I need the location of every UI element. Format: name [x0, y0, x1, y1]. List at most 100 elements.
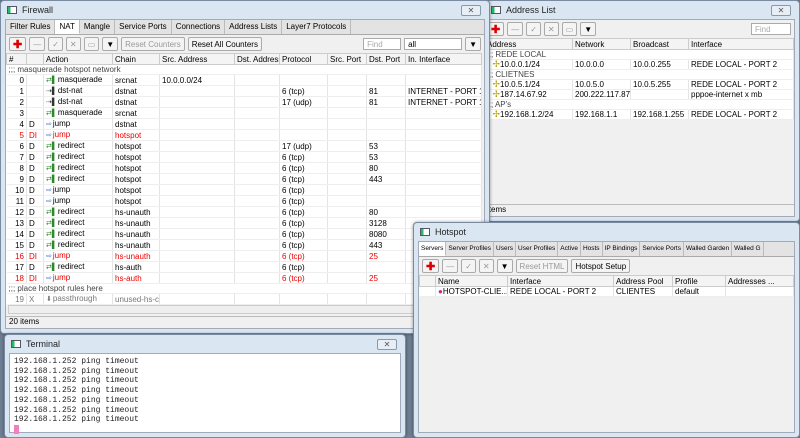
col-action[interactable]: Action: [43, 53, 113, 65]
table-row[interactable]: 12 D ⇄▌redirect hs-unauth 6 (tcp) 80: [6, 206, 482, 218]
cell-iface: REDE LOCAL - PORT 2: [507, 286, 614, 297]
table-row[interactable]: 8 D ⇄▌redirect hotspot 6 (tcp) 80: [6, 162, 482, 174]
col-address-pool[interactable]: Address Pool: [613, 275, 673, 287]
cell-chain: hs-unauth: [112, 228, 160, 240]
col-chain[interactable]: Chain: [112, 53, 160, 65]
col-in-interface[interactable]: In. Interface: [405, 53, 482, 65]
tab-walled-g[interactable]: Walled G: [732, 242, 764, 256]
tab-nat[interactable]: NAT: [55, 20, 80, 34]
tab-hosts[interactable]: Hosts: [581, 242, 603, 256]
table-row[interactable]: ✢10.0.5.1/24 10.0.5.0 10.0.5.255 REDE LOCAL…: [484, 79, 794, 90]
tab-user-profiles[interactable]: User Profiles: [516, 242, 559, 256]
col-broadcast[interactable]: Broadcast: [630, 38, 689, 50]
tab-connections[interactable]: Connections: [172, 20, 226, 34]
tab-mangle[interactable]: Mangle: [80, 20, 116, 34]
comment-button[interactable]: ▭: [83, 37, 100, 51]
find-input[interactable]: Find: [363, 38, 402, 50]
horizontal-scrollbar[interactable]: [8, 305, 482, 314]
add-button[interactable]: ✚: [422, 259, 440, 273]
col-src-port[interactable]: Src. Port: [327, 53, 367, 65]
table-row[interactable]: 15 D ⇄▌redirect hs-unauth 6 (tcp) 443: [6, 239, 482, 251]
cell-proto: 17 (udp): [279, 96, 328, 108]
table-row[interactable]: 18 DI ⇨jump hs-auth 6 (tcp) 25: [6, 272, 482, 284]
tab-walled-garden[interactable]: Walled Garden: [684, 242, 733, 256]
cell-value: INTERNET - PORT 1: [408, 97, 482, 107]
col-interface[interactable]: Interface: [507, 275, 614, 287]
chain-filter-select[interactable]: all: [404, 38, 463, 50]
filter-button[interactable]: ▼: [580, 22, 597, 36]
terminal-output[interactable]: 192.168.1.252 ping timeout 192.168.1.252 …: [9, 353, 401, 434]
table-row[interactable]: ✢10.0.0.1/24 10.0.0.0 10.0.0.255 REDE LOCAL…: [484, 59, 794, 70]
tab-users[interactable]: Users: [494, 242, 517, 256]
table-row[interactable]: 14 D ⇄▌redirect hs-unauth 6 (tcp) 8080: [6, 228, 482, 240]
table-row[interactable]: 1 ⇢▌dst-nat dstnat 6 (tcp) 81 INTERNET - PORT…: [6, 85, 482, 97]
remove-button[interactable]: —: [29, 37, 46, 51]
table-row[interactable]: 17 D ⇄▌redirect hs-auth 6 (tcp): [6, 261, 482, 273]
cell-dst: [234, 118, 280, 130]
tab-servers[interactable]: Servers: [419, 242, 447, 256]
col-name[interactable]: Name: [435, 275, 508, 287]
table-row[interactable]: 3 ⇄▌masquerade srcnat: [6, 107, 482, 119]
filter-button[interactable]: ▼: [496, 259, 513, 273]
disable-button[interactable]: ✕: [65, 37, 81, 51]
find-input[interactable]: Find: [751, 23, 791, 35]
table-row[interactable]: 11 D ⇨jump hotspot 6 (tcp): [6, 195, 482, 207]
disable-button[interactable]: ✕: [543, 22, 559, 36]
enable-button[interactable]: ✓: [461, 259, 476, 273]
remove-button[interactable]: —: [507, 22, 524, 36]
close-button[interactable]: ✕: [461, 5, 481, 16]
cell-network: 10.0.5.0: [572, 79, 631, 90]
tab-ip-bindings[interactable]: IP Bindings: [603, 242, 641, 256]
close-button[interactable]: ✕: [771, 5, 791, 16]
cell-sport: [327, 162, 367, 174]
col-interface[interactable]: Interface: [688, 38, 794, 50]
cell-n: 17: [6, 261, 27, 273]
tab-server-profiles[interactable]: Server Profiles: [446, 242, 495, 256]
table-row[interactable]: 10 D ⇨jump hotspot 6 (tcp): [6, 184, 482, 196]
col-dst-address[interactable]: Dst. Address: [234, 53, 280, 65]
col--[interactable]: #: [6, 53, 27, 65]
reset-html-button[interactable]: Reset HTML: [515, 259, 569, 273]
dropdown-button[interactable]: ▼: [465, 37, 481, 51]
col-dst-port[interactable]: Dst. Port: [366, 53, 406, 65]
table-row[interactable]: 13 D ⇄▌redirect hs-unauth 6 (tcp) 3128: [6, 217, 482, 229]
table-row[interactable]: 2 ⇢▌dst-nat dstnat 17 (udp) 81 INTERNET - POR…: [6, 96, 482, 108]
cell-f: D: [26, 217, 44, 229]
table-row[interactable]: 16 DI ⇨jump hs-unauth 6 (tcp) 25: [6, 250, 482, 262]
filter-button[interactable]: ▼: [102, 37, 119, 51]
col-protocol[interactable]: Protocol: [279, 53, 328, 65]
close-button[interactable]: ✕: [377, 339, 397, 350]
disable-button[interactable]: ✕: [478, 259, 494, 273]
tab-address-lists[interactable]: Address Lists: [225, 20, 283, 34]
tab-active[interactable]: Active: [558, 242, 581, 256]
table-row[interactable]: 0 ⇄▌masquerade srcnat 10.0.0.0/24: [6, 74, 482, 86]
table-row[interactable]: ✢187.14.67.92 200.222.117.87 pppoe-interne…: [484, 89, 794, 100]
table-row[interactable]: 6 D ⇄▌redirect hotspot 17 (udp) 53: [6, 140, 482, 152]
cell-value: D: [29, 141, 35, 151]
table-row[interactable]: 4 D ⇨jump dstnat: [6, 118, 482, 130]
enable-button[interactable]: ✓: [48, 37, 63, 51]
table-row[interactable]: 9 D ⇄▌redirect hotspot 6 (tcp) 443: [6, 173, 482, 185]
col-profile[interactable]: Profile: [672, 275, 726, 287]
tab-layer7-protocols[interactable]: Layer7 Protocols: [282, 20, 352, 34]
reset-all-counters-button[interactable]: Reset All Counters: [187, 37, 262, 51]
hotspot-setup-button[interactable]: Hotspot Setup: [571, 259, 631, 273]
table-row[interactable]: ✢192.168.1.2/24 192.168.1.1 192.168.1.255 R…: [484, 109, 794, 120]
reset-counters-button[interactable]: Reset Counters: [121, 37, 185, 51]
table-row[interactable]: 7 D ⇄▌redirect hotspot 6 (tcp) 53: [6, 151, 482, 163]
table-row[interactable]: ●HOTSPOT-CLIE... REDE LOCAL - PORT 2 CLIEN…: [419, 286, 794, 297]
col-flags[interactable]: [26, 53, 44, 65]
tab-service-ports[interactable]: Service Ports: [115, 20, 172, 34]
table-row[interactable]: 19X⬇passthroughunused-hs-c...: [6, 293, 482, 305]
table-row[interactable]: 5 DI ⇨jump hotspot: [6, 129, 482, 141]
col-network[interactable]: Network: [572, 38, 631, 50]
col-src-address[interactable]: Src. Address: [159, 53, 235, 65]
col-addresses[interactable]: Addresses ...: [725, 275, 794, 287]
remove-button[interactable]: —: [442, 259, 459, 273]
tab-filter-rules[interactable]: Filter Rules: [6, 20, 56, 34]
add-button[interactable]: ✚: [9, 37, 27, 51]
enable-button[interactable]: ✓: [526, 22, 541, 36]
col-address[interactable]: Address: [484, 38, 573, 50]
tab-service-ports[interactable]: Service Ports: [640, 242, 684, 256]
comment-button[interactable]: ▭: [561, 22, 578, 36]
